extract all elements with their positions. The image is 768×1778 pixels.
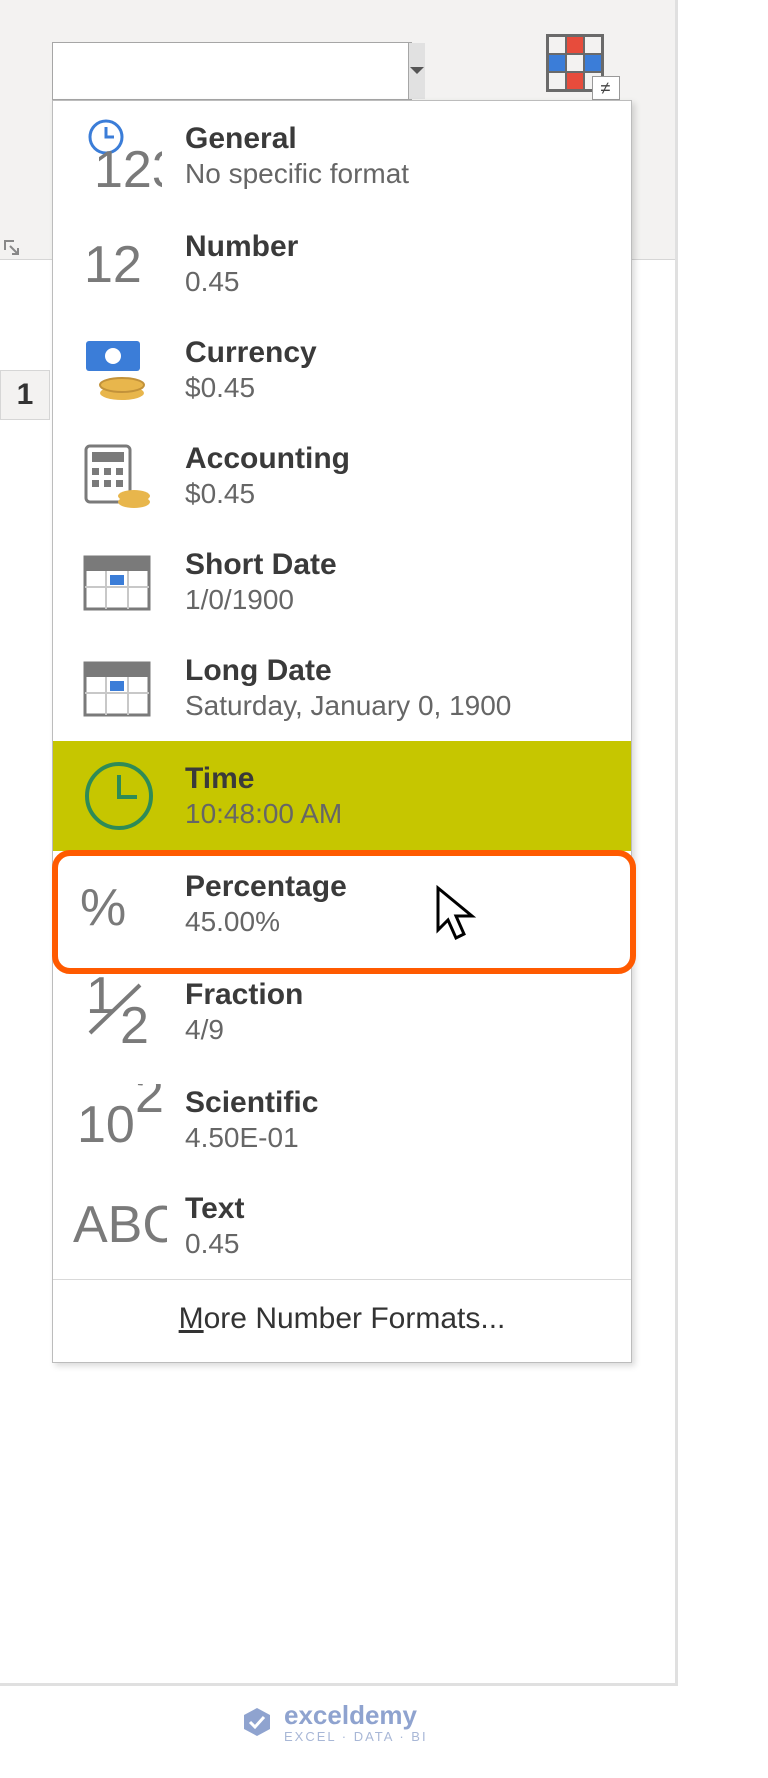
time-icon [71,757,167,835]
watermark: exceldemy EXCEL · DATA · BI [240,1700,428,1744]
svg-text:1: 1 [86,973,115,1025]
longdate-icon [71,653,167,723]
format-sample: Saturday, January 0, 1900 [185,690,613,722]
currency-icon [71,335,167,405]
watermark-brand: exceldemy [284,1700,428,1731]
format-option-scientific[interactable]: 10 2 Scientific 4.50E-01 [53,1067,631,1173]
format-sample: 1/0/1900 [185,584,613,616]
percentage-icon: % [71,869,167,939]
fraction-icon: 1 2 [71,973,167,1051]
combo-dropdown-arrow[interactable] [408,43,425,99]
format-sample: No specific format [185,158,613,190]
accounting-icon [71,440,167,512]
format-option-fraction[interactable]: 1 2 Fraction 4/9 [53,957,631,1067]
format-sample: 4.50E-01 [185,1122,613,1154]
format-name: Accounting [185,442,613,476]
format-option-general[interactable]: 123 General No specific format [53,101,631,211]
format-sample: 0.45 [185,266,613,298]
format-sample: 10:48:00 AM [185,798,613,830]
format-name: General [185,122,613,156]
svg-text:%: % [80,879,126,937]
format-option-accounting[interactable]: Accounting $0.45 [53,423,631,529]
svg-text:12: 12 [84,236,142,294]
format-name: Time [185,762,613,796]
format-name: Scientific [185,1086,613,1120]
svg-text:2: 2 [120,997,149,1051]
text-icon: ABC [71,1198,167,1254]
svg-text:2: 2 [135,1084,164,1124]
group-dialog-launcher-icon[interactable] [0,236,24,260]
format-option-time[interactable]: Time 10:48:00 AM [53,741,631,851]
format-option-currency[interactable]: Currency $0.45 [53,317,631,423]
row-header-label: 1 [17,378,34,412]
conditional-formatting-icon: ≠ [546,34,620,100]
format-name: Currency [185,336,613,370]
format-option-longdate[interactable]: Long Date Saturday, January 0, 1900 [53,635,631,741]
number-format-dropdown: 123 General No specific format 12 Number… [52,100,632,1363]
format-name: Fraction [185,978,613,1012]
more-label: ore Number Formats... [204,1302,506,1335]
number-format-input[interactable] [53,43,408,99]
format-option-text[interactable]: ABC Text 0.45 [53,1173,631,1279]
watermark-sub: EXCEL · DATA · BI [284,1729,428,1744]
more-accelerator: M [179,1302,204,1335]
format-name: Percentage [185,870,613,904]
format-name: Text [185,1192,613,1226]
scientific-icon: 10 2 [71,1084,167,1156]
number-icon: 12 [71,234,167,294]
format-option-percentage[interactable]: % Percentage 45.00% [53,851,631,957]
shortdate-icon [71,547,167,617]
format-option-shortdate[interactable]: Short Date 1/0/1900 [53,529,631,635]
general-icon: 123 [71,117,167,195]
format-option-number[interactable]: 12 Number 0.45 [53,211,631,317]
format-sample: $0.45 [185,372,613,404]
format-name: Number [185,230,613,264]
format-sample: 0.45 [185,1228,613,1260]
more-number-formats[interactable]: More Number Formats... [53,1280,631,1362]
format-name: Short Date [185,548,613,582]
not-equal-icon: ≠ [592,76,620,100]
watermark-logo-icon [240,1705,274,1739]
svg-text:ABC: ABC [73,1198,167,1254]
format-name: Long Date [185,654,613,688]
number-format-combo[interactable] [52,42,412,100]
row-header[interactable]: 1 [0,370,50,420]
svg-text:123: 123 [94,141,162,195]
format-sample: 4/9 [185,1014,613,1046]
svg-text:10: 10 [77,1096,135,1154]
format-sample: 45.00% [185,906,613,938]
format-sample: $0.45 [185,478,613,510]
